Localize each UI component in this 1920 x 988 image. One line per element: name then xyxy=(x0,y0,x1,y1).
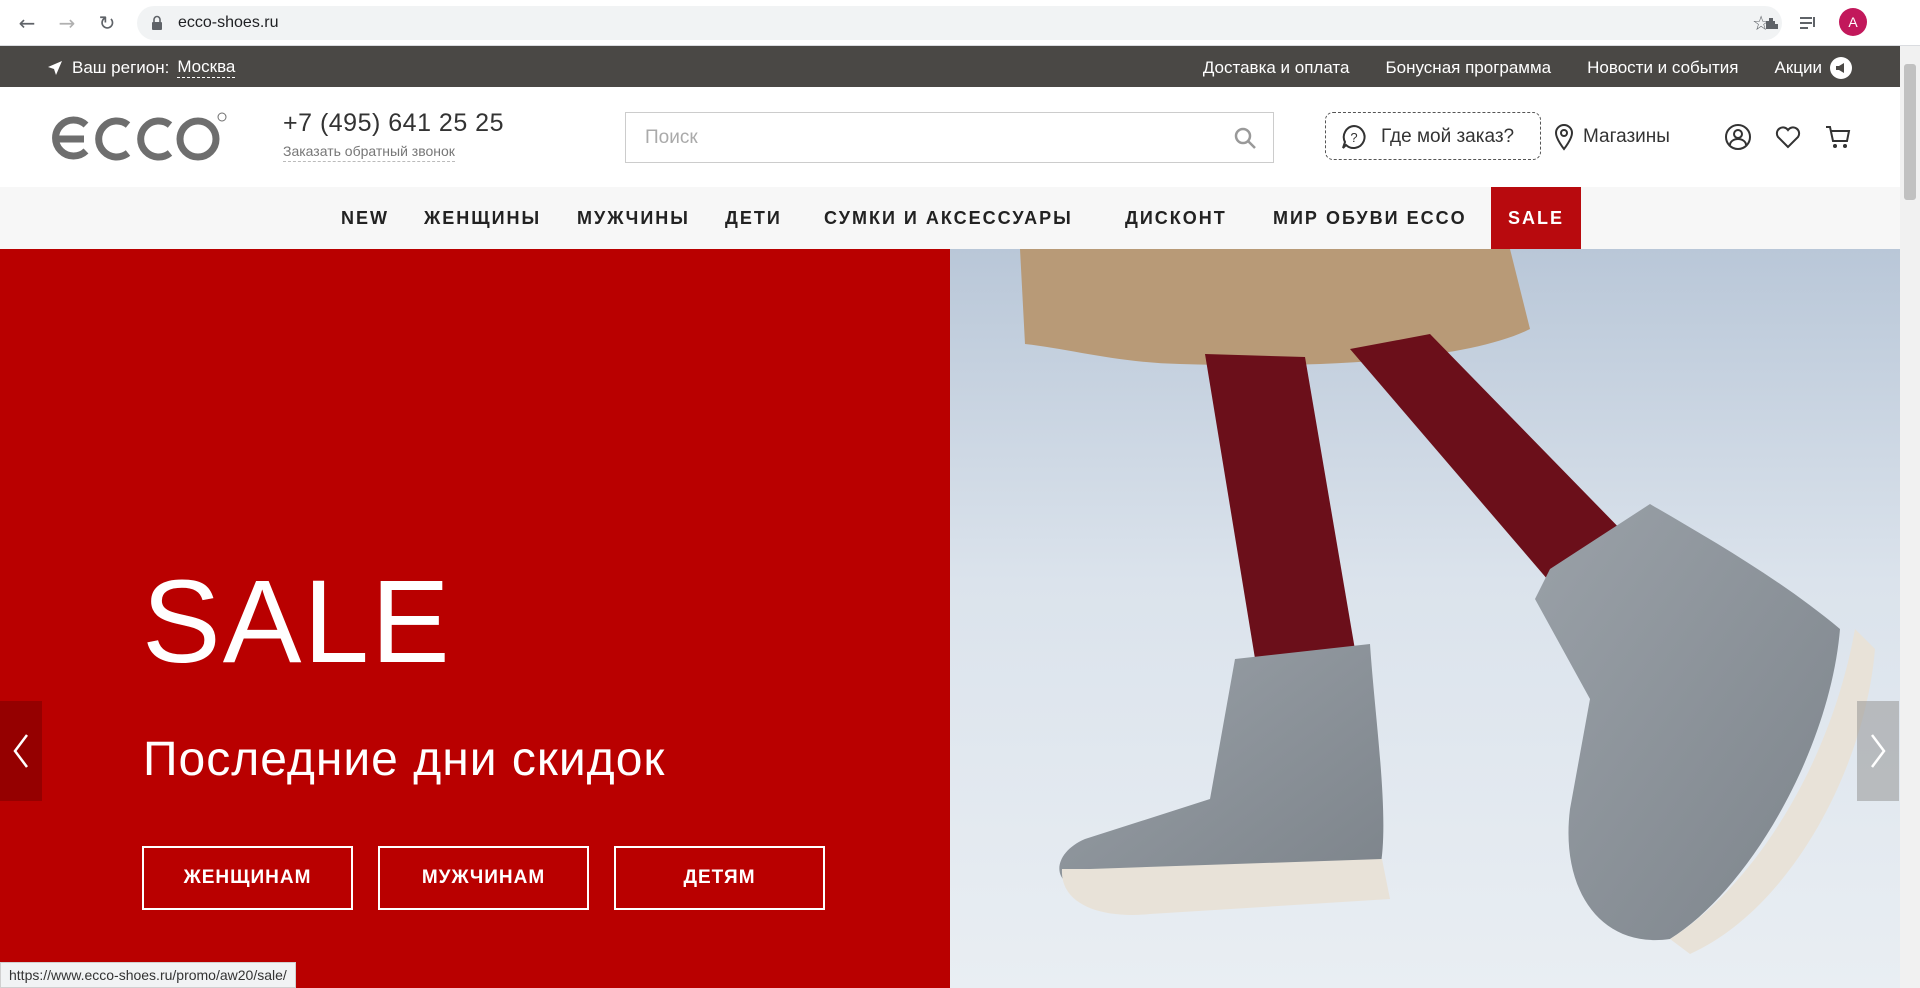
question-icon: ? xyxy=(1342,124,1366,149)
nav-world-of-ecco[interactable]: МИР ОБУВИ ECCO xyxy=(1273,187,1467,249)
profile-avatar[interactable]: A xyxy=(1839,8,1867,36)
url-text: ecco-shoes.ru xyxy=(178,14,279,31)
promotions-label: Акции xyxy=(1774,58,1822,77)
hero-title: SALE xyxy=(142,556,452,688)
chevron-right-icon xyxy=(1871,734,1886,768)
media-control-icon[interactable] xyxy=(1795,10,1821,36)
nav-discount[interactable]: ДИСКОНТ xyxy=(1125,187,1227,249)
stores-label: Магазины xyxy=(1583,126,1670,147)
hero-photo-illustration xyxy=(950,249,1900,988)
address-bar[interactable]: ecco-shoes.ru ☆ xyxy=(137,6,1782,40)
link-delivery[interactable]: Доставка и оплата xyxy=(1203,58,1350,78)
shopping-cart-icon[interactable] xyxy=(1824,123,1852,151)
location-arrow-icon xyxy=(48,60,62,75)
order-tracking-label: Где мой заказ? xyxy=(1381,126,1515,147)
search-box[interactable]: Поиск xyxy=(625,112,1274,163)
stores-link[interactable]: Магазины xyxy=(1553,123,1670,151)
link-promotions[interactable]: Акции xyxy=(1774,57,1852,79)
search-icon[interactable] xyxy=(1233,126,1257,150)
carousel-next-button[interactable] xyxy=(1857,701,1899,801)
hero-button-men[interactable]: МУЖЧИНАМ xyxy=(378,846,589,910)
page-scrollbar[interactable] xyxy=(1900,46,1920,988)
top-info-bar: Ваш регион: Москва Доставка и оплата Бон… xyxy=(0,46,1900,87)
heart-wishlist-icon[interactable] xyxy=(1774,123,1802,151)
region-city-link[interactable]: Москва xyxy=(177,57,236,78)
nav-kids[interactable]: ДЕТИ xyxy=(725,187,782,249)
link-status-bar: https://www.ecco-shoes.ru/promo/aw20/sal… xyxy=(0,962,296,988)
phone-number[interactable]: +7 (495) 641 25 25 xyxy=(283,109,504,138)
main-navigation: NEW ЖЕНЩИНЫ МУЖЧИНЫ ДЕТИ СУМКИ И АКСЕССУ… xyxy=(0,187,1900,249)
browser-toolbar: ← → ↻ ecco-shoes.ru ☆ A xyxy=(0,0,1920,46)
megaphone-icon xyxy=(1830,57,1852,79)
region-selector[interactable]: Ваш регион: Москва xyxy=(46,57,236,78)
hero-button-kids[interactable]: ДЕТЯМ xyxy=(614,846,825,910)
link-bonus-program[interactable]: Бонусная программа xyxy=(1386,58,1552,78)
nav-women[interactable]: ЖЕНЩИНЫ xyxy=(424,187,541,249)
user-account-icon[interactable] xyxy=(1724,123,1752,151)
ecco-logo[interactable] xyxy=(46,109,228,165)
nav-new[interactable]: NEW xyxy=(341,187,389,249)
hero-button-women[interactable]: ЖЕНЩИНАМ xyxy=(142,846,353,910)
site-header: +7 (495) 641 25 25 Заказать обратный зво… xyxy=(0,87,1900,187)
forward-icon[interactable]: → xyxy=(54,10,80,36)
search-placeholder: Поиск xyxy=(645,127,698,148)
carousel-prev-button[interactable] xyxy=(0,701,42,801)
region-label: Ваш регион: xyxy=(72,57,170,77)
map-pin-icon xyxy=(1554,123,1574,151)
nav-sale[interactable]: SALE xyxy=(1491,187,1582,249)
scrollbar-thumb[interactable] xyxy=(1904,64,1916,200)
hero-banner-red-panel[interactable]: SALE Последние дни скидок ЖЕНЩИНАМ МУЖЧИ… xyxy=(0,249,950,988)
svg-text:?: ? xyxy=(1350,130,1357,145)
back-icon[interactable]: ← xyxy=(14,10,40,36)
order-tracking-button[interactable]: ? Где мой заказ? xyxy=(1325,112,1541,160)
hero-subtitle: Последние дни скидок xyxy=(143,733,666,786)
link-news[interactable]: Новости и события xyxy=(1587,58,1738,78)
hero-photo-winter-boots[interactable] xyxy=(950,249,1900,988)
extensions-icon[interactable] xyxy=(1760,10,1786,36)
chevron-left-icon xyxy=(13,734,28,768)
nav-men[interactable]: МУЖЧИНЫ xyxy=(577,187,690,249)
reload-icon[interactable]: ↻ xyxy=(94,10,120,36)
nav-bags-accessories[interactable]: СУМКИ И АКСЕССУАРЫ xyxy=(824,187,1073,249)
lock-icon xyxy=(152,15,162,30)
callback-link[interactable]: Заказать обратный звонок xyxy=(283,143,455,162)
